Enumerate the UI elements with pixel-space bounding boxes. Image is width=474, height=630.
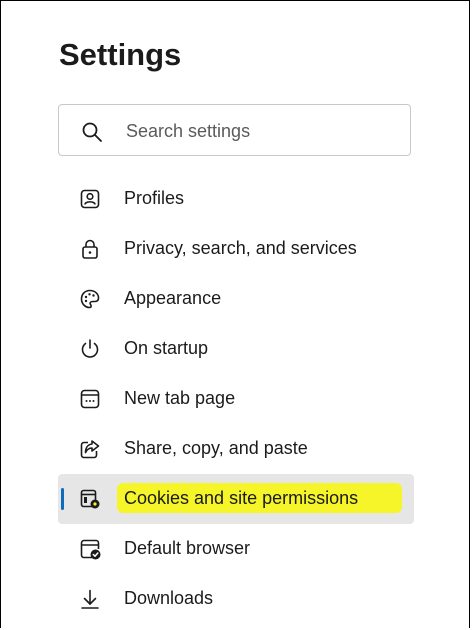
nav-item-profiles[interactable]: Profiles: [58, 174, 414, 224]
nav-item-label: Privacy, search, and services: [124, 238, 357, 258]
nav-item-new-tab-page[interactable]: New tab page: [58, 374, 414, 424]
nav-item-label: Share, copy, and paste: [124, 438, 308, 458]
default-browser-icon: [78, 537, 102, 561]
nav-item-label: New tab page: [124, 388, 236, 408]
search-icon: [81, 121, 103, 143]
nav-item-label: Cookies and site permissions: [124, 488, 359, 508]
nav-item-cookies-site-permissions[interactable]: Cookies and site permissions: [58, 474, 414, 524]
profile-icon: [78, 187, 102, 211]
nav-item-privacy[interactable]: Privacy, search, and services: [58, 224, 414, 274]
nav-item-startup[interactable]: On startup: [58, 324, 414, 374]
new-tab-icon: [78, 387, 102, 411]
nav-item-label: Default browser: [124, 538, 251, 558]
nav-item-share-copy-paste[interactable]: Share, copy, and paste: [58, 424, 414, 474]
nav-item-default-browser[interactable]: Default browser: [58, 524, 414, 574]
download-icon: [78, 587, 102, 611]
selected-indicator: [61, 488, 64, 510]
palette-icon: [78, 287, 102, 311]
settings-panel-frame: Settings Profiles: [0, 0, 470, 628]
search-input[interactable]: [124, 117, 398, 145]
search-box[interactable]: [58, 104, 411, 156]
power-icon: [78, 337, 102, 361]
share-icon: [78, 437, 102, 461]
nav-item-label: Downloads: [124, 588, 214, 608]
nav-item-label: Profiles: [124, 188, 185, 208]
cookies-settings-icon: [78, 487, 102, 511]
settings-nav: Profiles Privacy, search, and services A…: [58, 174, 414, 624]
page-title: Settings: [59, 37, 182, 72]
lock-icon: [78, 237, 102, 261]
nav-item-label: On startup: [124, 338, 209, 358]
nav-item-appearance[interactable]: Appearance: [58, 274, 414, 324]
nav-item-downloads[interactable]: Downloads: [58, 574, 414, 624]
nav-item-label: Appearance: [124, 288, 222, 308]
